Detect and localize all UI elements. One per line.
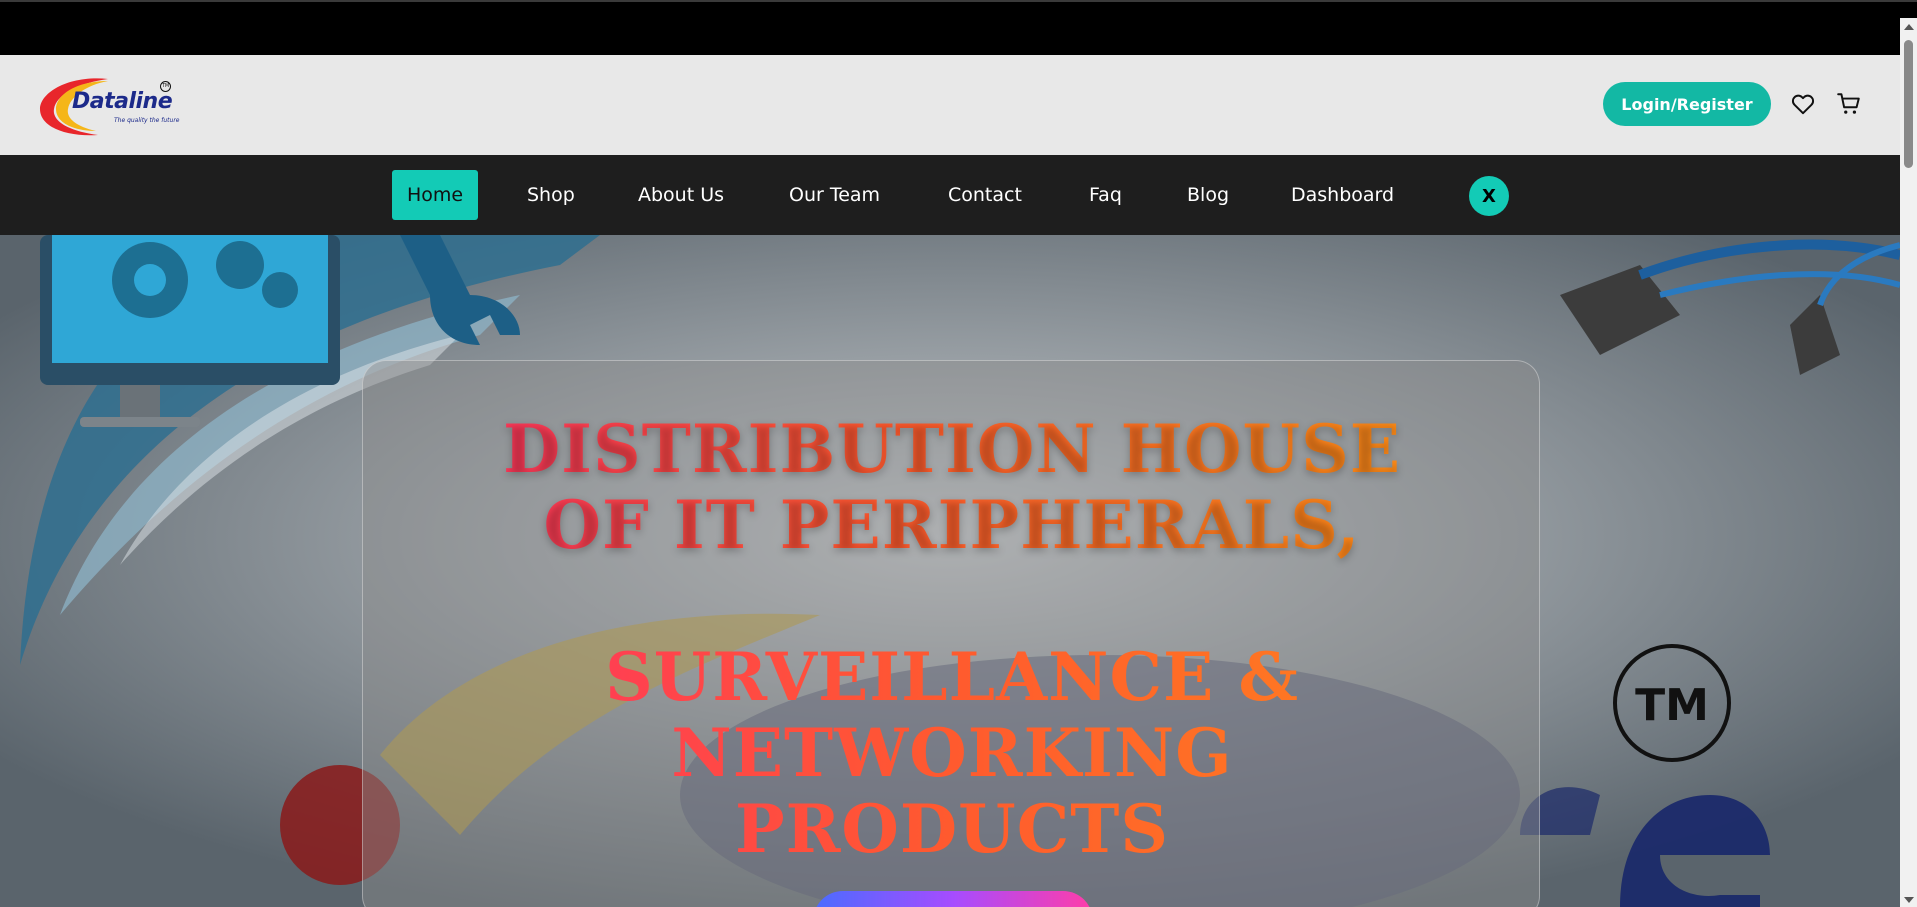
hero-card: DISTRIBUTION HOUSE OF IT PERIPHERALS, SU… bbox=[362, 360, 1540, 907]
scroll-thumb[interactable] bbox=[1904, 40, 1913, 168]
site-header: Dataline TM The quality the future Login… bbox=[0, 55, 1900, 155]
hero-title: DISTRIBUTION HOUSE OF IT PERIPHERALS, bbox=[363, 411, 1541, 563]
nav-item-our-team[interactable]: Our Team bbox=[774, 170, 895, 220]
hero-subtitle-line-2: NETWORKING bbox=[671, 714, 1233, 792]
hero-subtitle-line-1: SURVEILLANCE & bbox=[605, 638, 1299, 716]
browser-top-strip bbox=[0, 0, 1917, 55]
nav-item-dashboard[interactable]: Dashboard bbox=[1276, 170, 1409, 220]
hero-cta-button[interactable] bbox=[813, 891, 1093, 907]
logo-tm-mark: TM bbox=[160, 81, 171, 92]
nav-item-home[interactable]: Home bbox=[392, 170, 479, 220]
scroll-down-arrow-icon[interactable] bbox=[1904, 897, 1914, 903]
hero-banner: TM DISTRIBUTION HOUSE OF IT PERIPHERALS,… bbox=[0, 235, 1900, 907]
nav-item-about-us[interactable]: About Us bbox=[623, 170, 739, 220]
nav-item-blog[interactable]: Blog bbox=[1172, 170, 1244, 220]
hero-title-line-2: OF IT PERIPHERALS, bbox=[543, 486, 1361, 564]
cart-icon[interactable] bbox=[1836, 91, 1862, 117]
heart-icon[interactable] bbox=[1790, 91, 1816, 117]
nav-item-faq[interactable]: Faq bbox=[1074, 170, 1137, 220]
nav-item-shop[interactable]: Shop bbox=[512, 170, 590, 220]
close-menu-button[interactable]: X bbox=[1469, 176, 1509, 216]
page-scrollbar[interactable] bbox=[1900, 18, 1917, 907]
logo-text: Dataline bbox=[72, 89, 173, 114]
hero-subtitle: SURVEILLANCE & NETWORKING PRODUCTS bbox=[363, 639, 1541, 867]
main-navigation: Home Shop About Us Our Team Contact Faq … bbox=[0, 155, 1900, 235]
dataline-logo[interactable]: Dataline TM The quality the future bbox=[38, 75, 180, 139]
hero-title-line-1: DISTRIBUTION HOUSE bbox=[502, 410, 1402, 488]
login-register-button[interactable]: Login/Register bbox=[1603, 82, 1771, 126]
hero-tm-mark: TM bbox=[1635, 680, 1709, 731]
hero-subtitle-line-3: PRODUCTS bbox=[734, 790, 1170, 868]
logo-tagline: The quality the future bbox=[114, 117, 180, 124]
nav-item-contact[interactable]: Contact bbox=[933, 170, 1037, 220]
scroll-up-arrow-icon[interactable] bbox=[1904, 24, 1914, 30]
